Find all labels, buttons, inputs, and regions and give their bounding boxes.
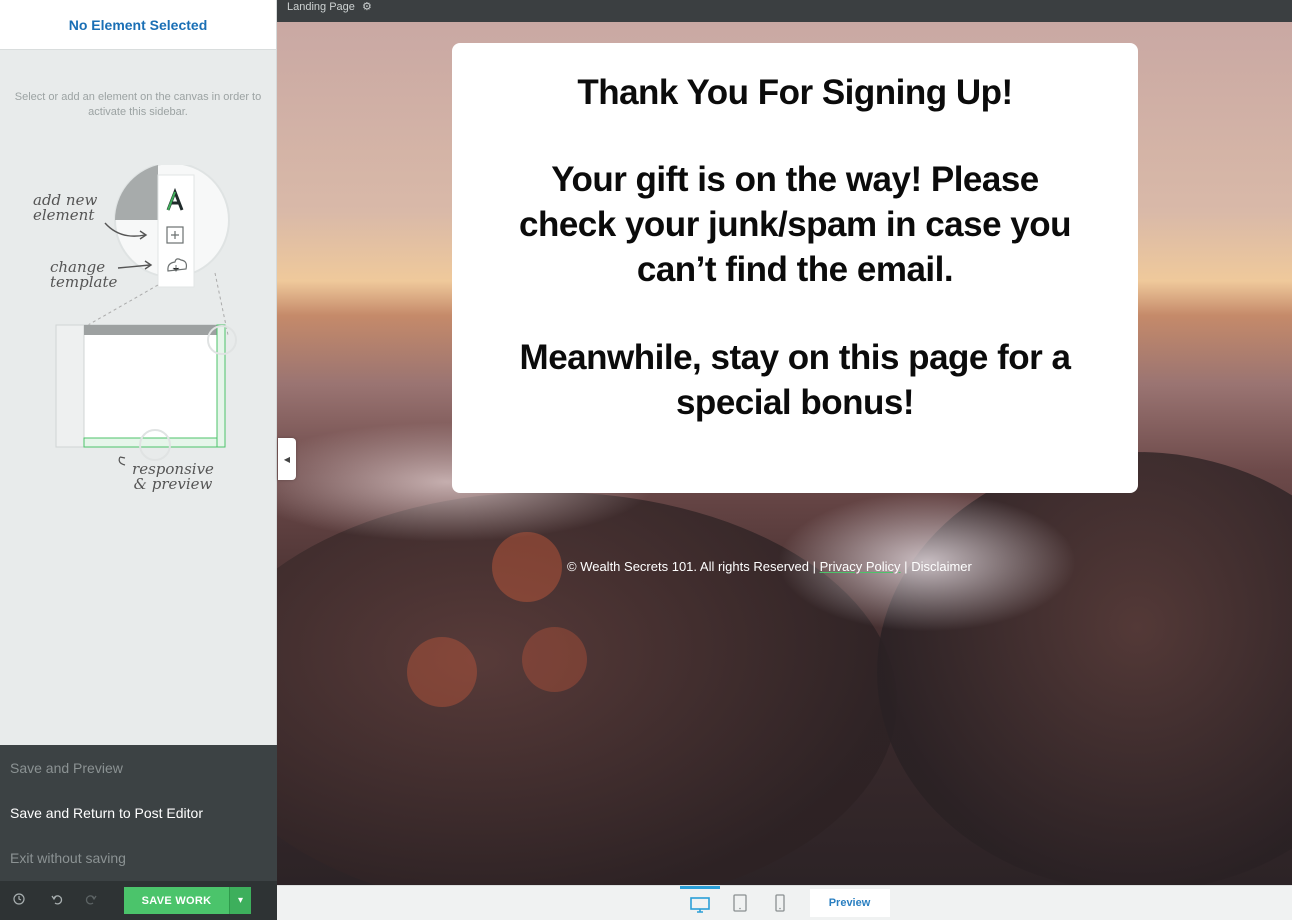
- preview-button[interactable]: Preview: [809, 889, 890, 917]
- card-text-line: Meanwhile, stay on this page for a: [519, 338, 1071, 377]
- tablet-icon[interactable]: [720, 886, 760, 920]
- undo-icon[interactable]: [44, 893, 70, 908]
- page-footer[interactable]: © Wealth Secrets 101. All rights Reserve…: [567, 559, 972, 574]
- disclaimer-link[interactable]: Disclaimer: [911, 559, 972, 574]
- label-change-template: change template: [50, 258, 118, 291]
- settings-gear-icon[interactable]: ⚙: [362, 1, 372, 13]
- copyright-text: © Wealth Secrets 101. All rights Reserve…: [567, 559, 816, 574]
- card-text-line: special bonus!: [675, 383, 915, 422]
- sidebar-footer: SAVE WORK ▾: [0, 881, 277, 920]
- privacy-policy-link[interactable]: Privacy Policy: [820, 559, 901, 574]
- card-text-line: Your gift is on the way! Please: [551, 160, 1039, 199]
- save-and-preview-button[interactable]: Save and Preview: [0, 745, 277, 790]
- card-text-line: check your junk/spam in case you: [519, 205, 1072, 244]
- canvas-topbar: Landing Page ⚙: [277, 0, 1292, 22]
- sidebar-hint: Select or add an element on the canvas i…: [14, 91, 262, 118]
- card-heading: Thank You For Signing Up!: [577, 73, 1013, 112]
- device-bar: Preview: [277, 885, 1292, 920]
- sidebar-illustration: add new element change template responsi…: [0, 162, 277, 515]
- save-work-button[interactable]: SAVE WORK: [124, 887, 229, 914]
- background-bokeh: [492, 532, 562, 602]
- label-responsive-preview: responsive & preview: [132, 460, 214, 493]
- card-text-line: can’t find the email.: [636, 250, 954, 289]
- mobile-icon[interactable]: [760, 886, 800, 920]
- footer-separator: |: [904, 559, 908, 574]
- label-add-element: add new element: [33, 191, 98, 224]
- save-and-return-button[interactable]: Save and Return to Post Editor: [0, 790, 277, 835]
- redo-icon[interactable]: [78, 893, 104, 908]
- history-icon[interactable]: [6, 893, 32, 908]
- desktop-icon[interactable]: [679, 885, 720, 920]
- sidebar-menu: Save and Preview Save and Return to Post…: [0, 745, 277, 881]
- save-options-chevron-icon[interactable]: ▾: [229, 887, 251, 914]
- thank-you-card[interactable]: Thank You For Signing Up! Your gift is o…: [452, 43, 1138, 493]
- page-name[interactable]: Landing Page: [287, 1, 355, 13]
- background-bokeh: [407, 637, 477, 707]
- background-bokeh: [522, 627, 587, 692]
- sidebar-header: No Element Selected: [0, 0, 276, 50]
- exit-without-saving-button[interactable]: Exit without saving: [0, 835, 277, 880]
- canvas: Thank You For Signing Up! Your gift is o…: [277, 22, 1292, 885]
- sidebar-title: No Element Selected: [68, 16, 208, 33]
- collapse-sidebar-button[interactable]: ◀: [278, 438, 296, 480]
- sidebar: No Element Selected Select or add an ele…: [0, 0, 277, 920]
